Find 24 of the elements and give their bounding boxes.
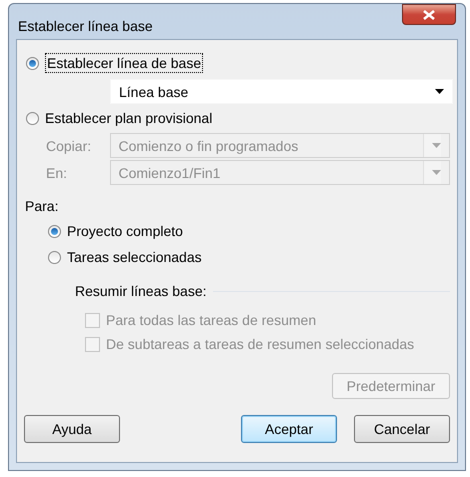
- dialog-button[interactable]: Ayuda: [24, 415, 120, 443]
- dropdown[interactable]: Línea base: [110, 79, 453, 104]
- field-label: Copiar:: [46, 136, 92, 154]
- close-icon: [423, 10, 435, 20]
- field-label: En:: [46, 164, 68, 182]
- section-label: Para:: [25, 197, 60, 215]
- radio-button[interactable]: [48, 224, 61, 238]
- caret-icon: [435, 89, 444, 94]
- radio-button[interactable]: [26, 112, 39, 124]
- radio-label: Proyecto completo: [67, 222, 183, 240]
- dialog-button[interactable]: Aceptar: [241, 415, 337, 443]
- radio-button[interactable]: [26, 56, 39, 70]
- group-label: Resumir líneas base:: [75, 282, 207, 300]
- radio-label: Establecer línea de base: [45, 53, 204, 73]
- radio-label: Establecer plan provisional: [45, 109, 212, 127]
- checkbox-label: De subtareas a tareas de resumen seleccionadas: [106, 335, 414, 353]
- radio-button[interactable]: [48, 250, 61, 264]
- dialog-button[interactable]: Cancelar: [354, 415, 450, 443]
- caret-icon: [432, 170, 441, 175]
- checkbox-label: Para todas las tareas de resumen: [106, 311, 316, 329]
- close-button[interactable]: [402, 4, 456, 25]
- radio-label: Tareas seleccionadas: [67, 248, 202, 266]
- caret-icon: [432, 143, 441, 148]
- window-title: Establecer línea base: [18, 17, 153, 35]
